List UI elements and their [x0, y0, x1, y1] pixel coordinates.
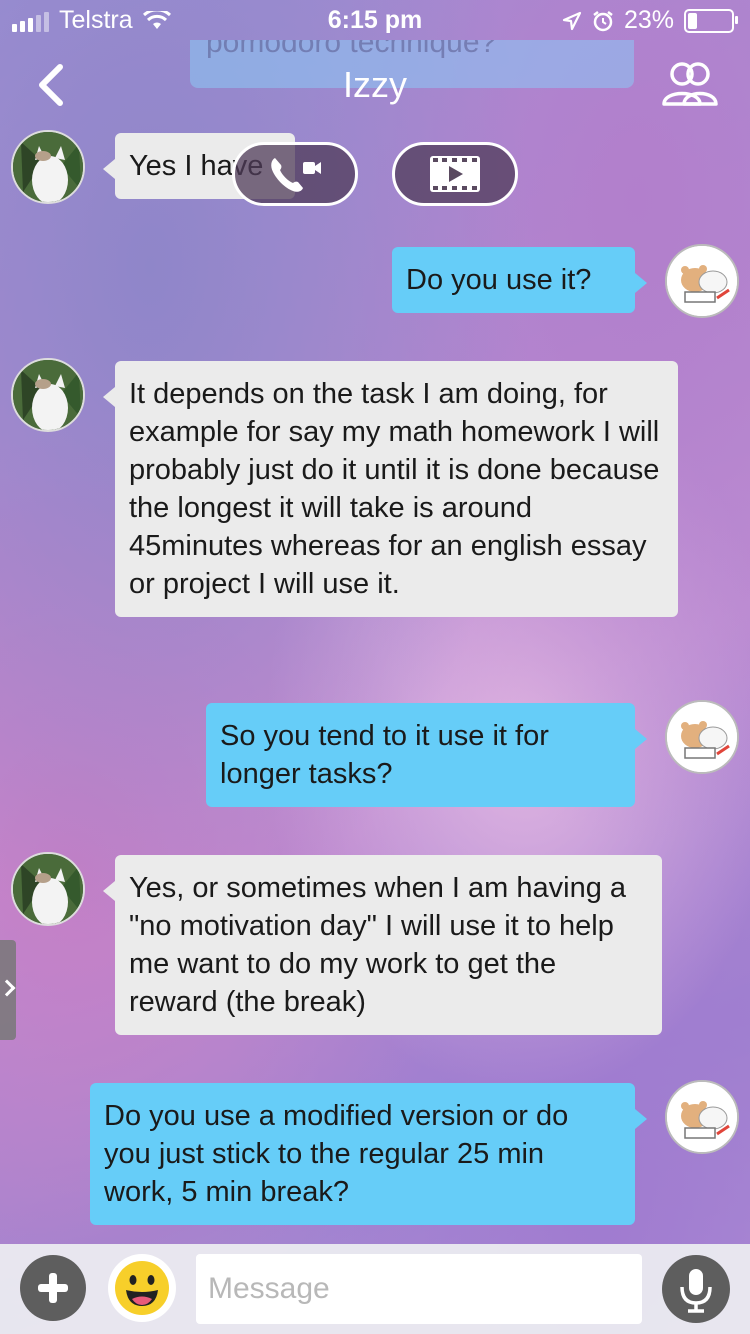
side-drawer-tab[interactable]	[0, 940, 16, 1040]
status-bar: Telstra 6:15 pm 23%	[0, 0, 750, 40]
battery-level	[688, 12, 697, 29]
cat-avatar-icon	[13, 360, 83, 430]
alarm-icon	[593, 10, 613, 31]
film-play-icon	[430, 156, 480, 192]
phone-video-icon	[271, 158, 321, 192]
avatar-me[interactable]	[665, 244, 739, 318]
message-bubble-outgoing[interactable]: Do you use it?	[392, 247, 647, 313]
message-bubble-incoming[interactable]: It depends on the task I am doing, for e…	[103, 361, 678, 617]
status-right: 23%	[562, 6, 738, 35]
avatar-izzy[interactable]	[11, 130, 85, 204]
bear-avatar-icon	[667, 1082, 737, 1152]
smiley-face-icon	[115, 1261, 169, 1315]
avatar-me[interactable]	[665, 700, 739, 774]
avatar-izzy[interactable]	[11, 852, 85, 926]
microphone-icon	[680, 1269, 712, 1313]
chat-header: pomodoro technique? Izzy	[0, 40, 750, 130]
voice-message-button[interactable]	[662, 1255, 730, 1323]
emoji-button[interactable]	[108, 1254, 176, 1322]
cat-avatar-icon	[13, 132, 83, 202]
message-bubble-incoming[interactable]: Yes, or sometimes when I am having a "no…	[103, 855, 662, 1035]
battery-icon	[684, 8, 738, 33]
pinned-message-text: pomodoro technique?	[206, 40, 497, 59]
message-bubble-outgoing[interactable]: So you tend to it use it for longer task…	[206, 703, 647, 807]
add-attachment-button[interactable]	[20, 1255, 86, 1321]
chat-title: Izzy	[342, 64, 407, 105]
message-bubble-outgoing[interactable]: Do you use a modified version or do you …	[90, 1083, 647, 1225]
cat-avatar-icon	[13, 854, 83, 924]
bear-avatar-icon	[667, 246, 737, 316]
message-input[interactable]	[196, 1254, 642, 1324]
users-icon	[662, 62, 718, 106]
battery-percent: 23%	[623, 6, 674, 34]
video-call-button[interactable]	[392, 142, 518, 206]
avatar-izzy[interactable]	[11, 358, 85, 432]
message-input-bar	[0, 1244, 750, 1334]
avatar-me[interactable]	[665, 1080, 739, 1154]
bear-avatar-icon	[667, 702, 737, 772]
location-arrow-icon	[562, 11, 582, 30]
members-button[interactable]	[660, 60, 720, 110]
voice-call-button[interactable]	[232, 142, 358, 206]
